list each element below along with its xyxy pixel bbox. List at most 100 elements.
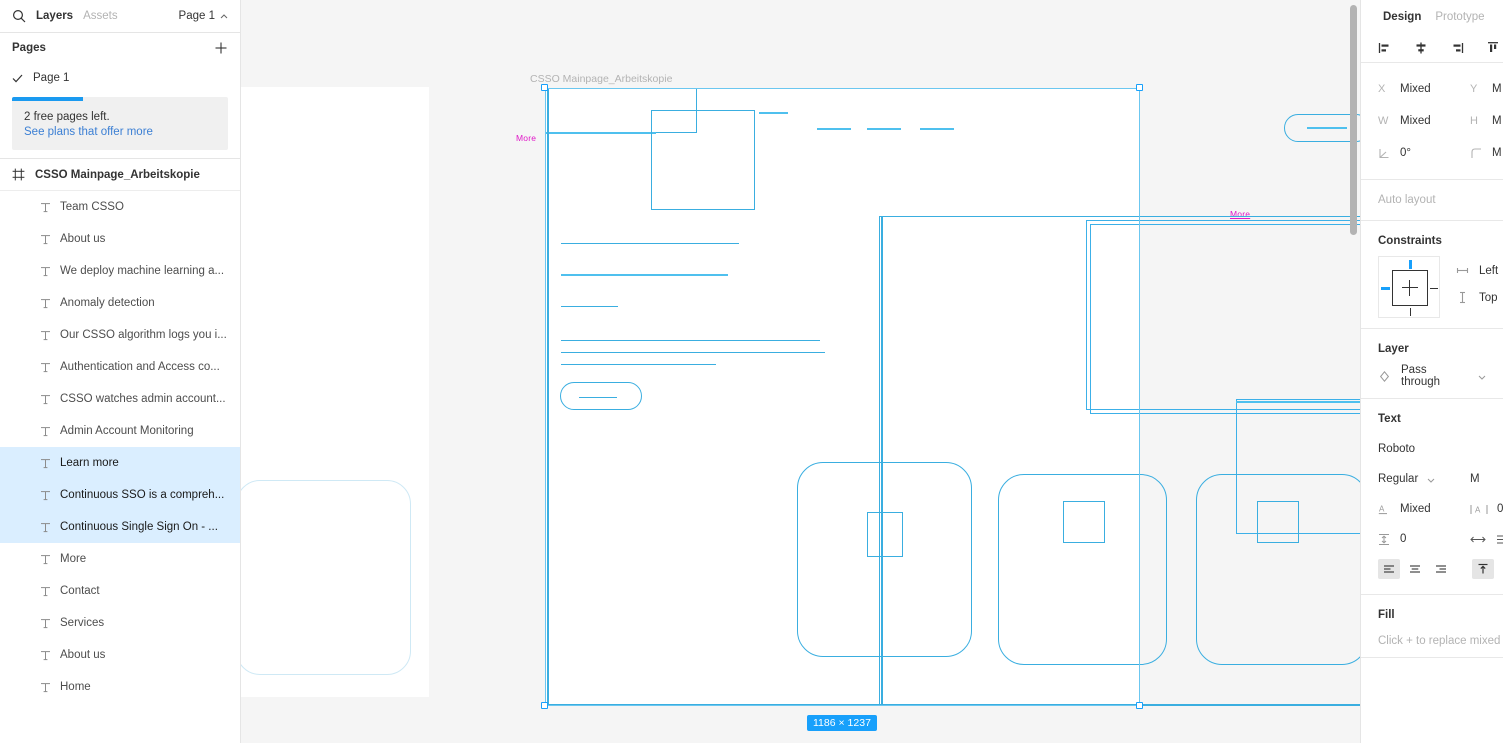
layer-root-frame[interactable]: CSSO Mainpage_Arbeitskopie <box>0 159 240 191</box>
hero-tick-line <box>759 112 788 115</box>
constraints-title: Constraints <box>1378 235 1442 247</box>
transform-row-rotation: 0° M <box>1378 137 1502 169</box>
card-1 <box>797 462 972 657</box>
promo-message: 2 free pages left. <box>24 111 110 123</box>
selection-handle-tl[interactable] <box>541 84 548 91</box>
line-height-field[interactable]: A Mixed <box>1378 503 1470 516</box>
x-field[interactable]: X Mixed <box>1378 83 1470 95</box>
tab-design[interactable]: Design <box>1383 11 1421 23</box>
tab-layers[interactable]: Layers <box>36 10 73 22</box>
text-resize-menu-icon[interactable] <box>1496 533 1503 546</box>
h-field[interactable]: H M <box>1470 115 1503 127</box>
fill-hint: Click + to replace mixed <box>1378 635 1501 647</box>
layer-title: Layer <box>1378 343 1409 355</box>
constraint-nub-left[interactable] <box>1381 287 1390 290</box>
layer-row[interactable]: Anomaly detection <box>0 287 240 319</box>
y-field[interactable]: Y M <box>1470 83 1503 95</box>
align-top-icon[interactable] <box>1486 41 1500 55</box>
layer-row[interactable]: Authentication and Access co... <box>0 351 240 383</box>
paragraph-line-2 <box>561 352 825 354</box>
horizontal-constraint-value: Left <box>1479 264 1499 277</box>
vertical-scrollbar[interactable] <box>1350 5 1357 235</box>
layer-row[interactable]: About us <box>0 223 240 255</box>
layer-row[interactable]: More <box>0 543 240 575</box>
align-right-icon[interactable] <box>1450 41 1464 55</box>
constraint-horizontal[interactable]: Left <box>1456 264 1498 277</box>
body-heading-line <box>561 274 728 277</box>
selected-artboard[interactable]: More <box>545 88 1360 706</box>
font-size-value[interactable]: M <box>1470 473 1480 485</box>
selection-size-badge: 1186 × 1237 <box>807 715 877 731</box>
constraints-widget[interactable] <box>1378 256 1440 318</box>
selection-handle-tr[interactable] <box>1136 84 1143 91</box>
paragraph-spacing-field[interactable]: 0 <box>1378 533 1470 546</box>
constraint-nub-right[interactable] <box>1430 287 1438 289</box>
left-edge-guide <box>547 88 549 706</box>
w-value: Mixed <box>1400 115 1431 127</box>
layer-row-label: Continuous SSO is a compreh... <box>60 489 225 501</box>
tab-assets[interactable]: Assets <box>83 10 118 22</box>
horizontal-resize-icon[interactable] <box>1470 533 1486 546</box>
layer-row-label: Services <box>60 617 105 629</box>
letter-spacing-field[interactable]: A 0 <box>1470 503 1503 516</box>
text-align-right-icon[interactable] <box>1430 559 1452 579</box>
font-style-field[interactable]: Regular <box>1378 473 1470 485</box>
promo-progress-bar <box>12 97 84 101</box>
line-height-row: A Mixed A 0 <box>1378 494 1503 524</box>
layer-row[interactable]: Home <box>0 671 240 703</box>
layer-row[interactable]: Contact <box>0 575 240 607</box>
align-horizontal-center-icon[interactable] <box>1414 41 1428 55</box>
layer-row-label: Contact <box>60 585 100 597</box>
text-title: Text <box>1378 413 1401 425</box>
layer-root-label: CSSO Mainpage_Arbeitskopie <box>35 168 200 181</box>
selection-handle-bl[interactable] <box>541 702 548 709</box>
layer-row[interactable]: Learn more <box>0 447 240 479</box>
layer-row[interactable]: We deploy machine learning a... <box>0 255 240 287</box>
layer-row[interactable]: Our CSSO algorithm logs you i... <box>0 319 240 351</box>
rotation-field[interactable]: 0° <box>1378 147 1470 160</box>
text-align-middle-icon[interactable] <box>1498 559 1503 579</box>
constraints-section: Constraints Left Top <box>1361 221 1503 329</box>
text-layer-icon <box>40 362 51 373</box>
promo-link[interactable]: See plans that offer more <box>24 126 216 138</box>
text-layer-icon <box>40 330 51 341</box>
layer-row[interactable]: About us <box>0 639 240 671</box>
corner-radius-field[interactable]: M <box>1470 147 1503 160</box>
tab-prototype[interactable]: Prototype <box>1435 11 1484 23</box>
layer-row[interactable]: CSSO watches admin account... <box>0 383 240 415</box>
canvas-viewport[interactable]: More CSSO Mainpage_Arbeitskopie More 118… <box>241 0 1360 743</box>
x-value: Mixed <box>1400 83 1431 95</box>
text-layer-icon <box>40 394 51 405</box>
layer-row[interactable]: Continuous SSO is a compreh... <box>0 479 240 511</box>
neighbor-card <box>241 480 411 675</box>
constraints-body: Left Top <box>1378 256 1498 318</box>
svg-text:A: A <box>1475 505 1481 514</box>
layer-row-label: Authentication and Access co... <box>60 361 220 373</box>
h-label: H <box>1470 115 1478 127</box>
selection-handle-br[interactable] <box>1136 702 1143 709</box>
layer-row[interactable]: Admin Account Monitoring <box>0 415 240 447</box>
right-sidebar: Design Prototype X Mixed Y M W Mixed H M… <box>1360 0 1503 743</box>
page-item-page-1[interactable]: Page 1 <box>0 63 240 93</box>
search-icon[interactable] <box>12 9 26 23</box>
blend-mode-field[interactable]: Pass through <box>1378 364 1486 388</box>
constraint-nub-bottom[interactable] <box>1409 308 1411 316</box>
constraint-nub-top[interactable] <box>1409 260 1412 269</box>
font-family-field[interactable]: Roboto <box>1378 434 1486 464</box>
plus-icon[interactable] <box>214 41 228 55</box>
text-align-left-icon[interactable] <box>1378 559 1400 579</box>
layer-row[interactable]: Services <box>0 607 240 639</box>
neighbor-more-text: More <box>516 133 537 143</box>
frame-label[interactable]: CSSO Mainpage_Arbeitskopie <box>530 73 672 85</box>
auto-layout-label[interactable]: Auto layout <box>1378 194 1436 206</box>
constraint-vertical[interactable]: Top <box>1456 291 1498 304</box>
text-align-center-icon[interactable] <box>1404 559 1426 579</box>
page-selector[interactable]: Page 1 <box>179 10 228 22</box>
align-left-icon[interactable] <box>1378 41 1392 55</box>
text-layer-icon <box>40 554 51 565</box>
w-field[interactable]: W Mixed <box>1378 115 1470 127</box>
layer-row[interactable]: Continuous Single Sign On - ... <box>0 511 240 543</box>
text-align-top-icon[interactable] <box>1472 559 1494 579</box>
layer-row[interactable]: Team CSSO <box>0 191 240 223</box>
layer-row-label: Admin Account Monitoring <box>60 425 194 437</box>
